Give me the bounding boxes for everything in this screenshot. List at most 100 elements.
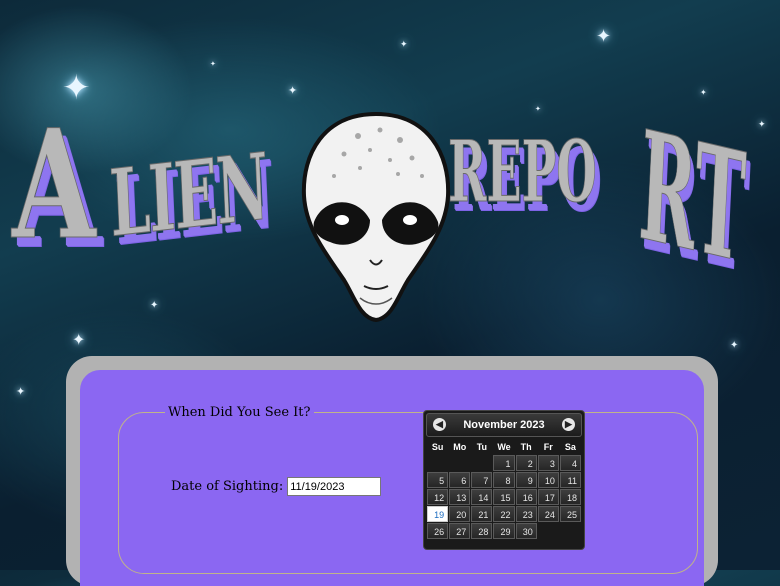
weekday-label: We bbox=[497, 441, 511, 452]
calendar-cell: 8 bbox=[493, 472, 515, 488]
calendar-cell bbox=[471, 455, 492, 471]
calendar-cell bbox=[427, 455, 448, 471]
calendar-day[interactable]: 3 bbox=[537, 455, 559, 471]
calendar-cell: 19 bbox=[427, 506, 449, 522]
weekday-label: Mo bbox=[453, 441, 467, 452]
report-form-panel-inner: When Did You See It? Date of Sighting: bbox=[80, 370, 704, 586]
calendar-day[interactable]: 10 bbox=[537, 472, 559, 488]
date-of-sighting-input[interactable] bbox=[287, 477, 382, 496]
date-of-sighting-label: Date of Sighting: bbox=[171, 479, 284, 494]
calendar-day[interactable]: 7 bbox=[471, 472, 493, 488]
star-icon: ✦ bbox=[596, 26, 612, 47]
calendar-cell: 18 bbox=[559, 489, 581, 505]
weekday-header-row: Su Mo Tu We Th Fr Sa bbox=[427, 439, 581, 454]
calendar-day[interactable]: 27 bbox=[449, 523, 471, 539]
calendar-day-selected[interactable]: 19 bbox=[427, 506, 449, 522]
datepicker-calendar: ◀ November 2023 ▶ Su Mo Tu We Th Fr Sa 1234567… bbox=[423, 410, 585, 550]
calendar-cell: 7 bbox=[471, 472, 493, 488]
calendar-cell: 21 bbox=[471, 506, 493, 522]
calendar-cell: 3 bbox=[537, 455, 559, 471]
star-icon: ✦ bbox=[700, 88, 707, 97]
title-letters-lien: LIEN bbox=[107, 132, 270, 258]
calendar-day[interactable]: 4 bbox=[559, 455, 581, 471]
calendar-cell: 26 bbox=[427, 523, 449, 539]
calendar-cell: 25 bbox=[559, 506, 581, 522]
weekday-label: Tu bbox=[476, 441, 488, 452]
calendar-day[interactable]: 16 bbox=[515, 489, 537, 505]
fieldset-legend: When Did You See It? bbox=[165, 404, 314, 421]
calendar-cell: 6 bbox=[449, 472, 471, 488]
calendar-day[interactable]: 2 bbox=[515, 455, 537, 471]
calendar-day[interactable]: 30 bbox=[515, 523, 537, 539]
title-word-report-end: RT bbox=[636, 97, 780, 297]
calendar-day[interactable]: 24 bbox=[537, 506, 559, 522]
star-icon: ✦ bbox=[400, 40, 408, 50]
calendar-day[interactable]: 26 bbox=[427, 523, 449, 539]
calendar-cell: 17 bbox=[537, 489, 559, 505]
calendar-week-row: 19 20 21 22 23 24 25 bbox=[427, 506, 581, 522]
calendar-day[interactable]: 29 bbox=[493, 523, 515, 539]
chevron-left-icon[interactable]: ◀ bbox=[433, 418, 446, 431]
weekday-label: Th bbox=[520, 441, 532, 452]
star-icon: ✦ bbox=[210, 60, 216, 68]
chevron-right-icon[interactable]: ▶ bbox=[562, 418, 575, 431]
calendar-cell: 24 bbox=[537, 506, 559, 522]
calendar-day[interactable]: 13 bbox=[449, 489, 471, 505]
calendar-cell: 9 bbox=[515, 472, 537, 488]
calendar-cell: 22 bbox=[493, 506, 515, 522]
calendar-cell: 2 bbox=[515, 455, 537, 471]
title-letters-repo: REPO bbox=[448, 122, 597, 221]
calendar-day[interactable]: 22 bbox=[493, 506, 515, 522]
calendar-cell: 15 bbox=[493, 489, 515, 505]
star-icon: ✦ bbox=[16, 385, 26, 398]
alien-head-icon bbox=[301, 111, 451, 323]
star-icon: ✦ bbox=[730, 340, 739, 351]
calendar-cell: 30 bbox=[515, 523, 537, 539]
calendar-cell: 27 bbox=[449, 523, 471, 539]
datepicker-month-title: November 2023 bbox=[463, 419, 545, 431]
calendar-cell: 13 bbox=[449, 489, 471, 505]
datepicker-header: ◀ November 2023 ▶ bbox=[426, 413, 582, 437]
calendar-day[interactable]: 17 bbox=[537, 489, 559, 505]
calendar-cell: 16 bbox=[515, 489, 537, 505]
sighting-date-fieldset: When Did You See It? Date of Sighting: bbox=[118, 404, 698, 574]
title-letter: A bbox=[12, 97, 97, 273]
weekday-label: Fr bbox=[543, 441, 553, 452]
calendar-day[interactable]: 21 bbox=[471, 506, 493, 522]
calendar-cell: 4 bbox=[559, 455, 581, 471]
calendar-cell: 11 bbox=[559, 472, 581, 488]
calendar-day[interactable]: 11 bbox=[559, 472, 581, 488]
calendar-day[interactable]: 14 bbox=[471, 489, 493, 505]
date-field-row: Date of Sighting: bbox=[171, 477, 382, 496]
calendar-day[interactable]: 8 bbox=[493, 472, 515, 488]
calendar-cell: 12 bbox=[427, 489, 449, 505]
calendar-cell: 14 bbox=[471, 489, 493, 505]
calendar-day[interactable]: 6 bbox=[449, 472, 471, 488]
calendar-day[interactable]: 15 bbox=[493, 489, 515, 505]
calendar-day[interactable]: 25 bbox=[559, 506, 581, 522]
calendar-day[interactable]: 20 bbox=[449, 506, 471, 522]
calendar-day[interactable]: 23 bbox=[515, 506, 537, 522]
calendar-day[interactable]: 18 bbox=[559, 489, 581, 505]
calendar-cell bbox=[449, 455, 470, 471]
calendar-cell: 29 bbox=[493, 523, 515, 539]
calendar-cell: 1 bbox=[493, 455, 515, 471]
calendar-cell: 5 bbox=[427, 472, 449, 488]
calendar-cell: 20 bbox=[449, 506, 471, 522]
calendar-cell: 10 bbox=[537, 472, 559, 488]
calendar-day[interactable]: 28 bbox=[471, 523, 493, 539]
calendar-day[interactable]: 5 bbox=[427, 472, 449, 488]
calendar-day[interactable]: 12 bbox=[427, 489, 449, 505]
calendar-day[interactable]: 1 bbox=[493, 455, 515, 471]
datepicker-grid: Su Mo Tu We Th Fr Sa 1 2 3 4 5 6 7 8 9 10 11 12 13 14 15 16 17… bbox=[426, 438, 582, 540]
calendar-cell bbox=[560, 523, 581, 539]
calendar-cell bbox=[538, 523, 559, 539]
weekday-label: Sa bbox=[564, 441, 576, 452]
weekday-label: Su bbox=[431, 441, 444, 452]
calendar-week-row: 1234 bbox=[427, 455, 581, 471]
calendar-week-row: 12 13 14 15 16 17 18 bbox=[427, 489, 581, 505]
star-icon: ✦ bbox=[288, 84, 298, 97]
calendar-week-row: 26 27 28 29 30 bbox=[427, 523, 581, 539]
calendar-day[interactable]: 9 bbox=[515, 472, 537, 488]
calendar-cell: 28 bbox=[471, 523, 493, 539]
